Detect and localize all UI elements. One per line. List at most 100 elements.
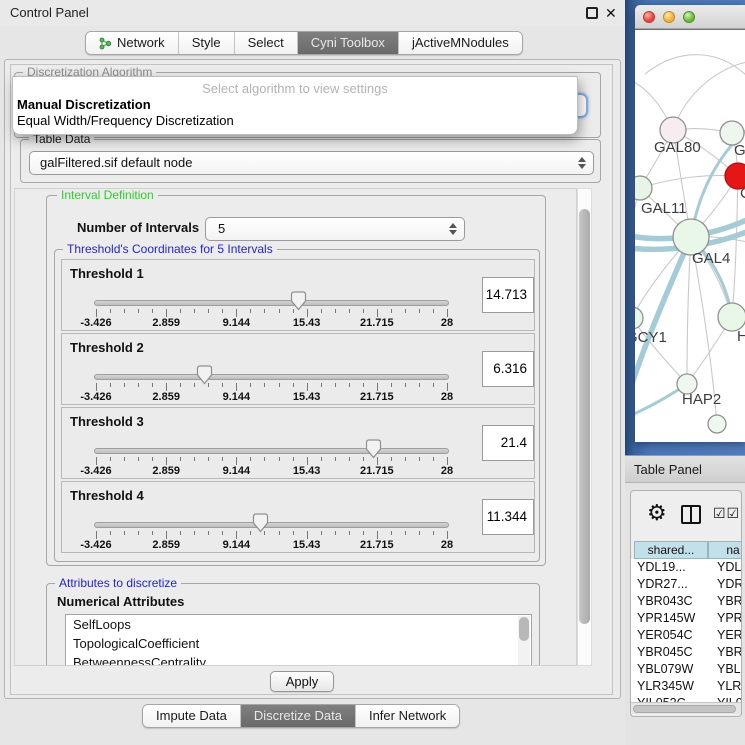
network-node-label: H [737,328,745,345]
threshold-2-slider-thumb[interactable] [196,365,213,385]
slider-scale-label: 9.144 [223,391,251,403]
table-row[interactable]: YDR27... YDR2 [631,576,742,593]
column-header-shared-name[interactable]: shared... [634,541,708,559]
slider-scale-label: 15.43 [293,465,321,477]
network-node-label: GA [734,142,745,159]
cell-name: YDR2 [717,576,742,593]
threshold-1-value-field[interactable]: 14.713 [482,277,534,313]
numerical-attributes-list[interactable]: SelfLoops TopologicalCoefficient Between… [65,614,532,666]
scrollbar-thumb[interactable] [519,617,529,641]
list-item-topologicalcoefficient[interactable]: TopologicalCoefficient [66,634,531,653]
list-item-betweennesscentrality[interactable]: BetweennessCentrality [66,653,531,666]
threshold-1-slider-track[interactable] [94,300,449,306]
tab-infer-network-label: Infer Network [369,705,446,727]
tab-impute-data[interactable]: Impute Data [143,705,241,727]
threshold-3-value-field[interactable]: 21.4 [482,425,534,461]
algorithm-dropdown-popup: Select algorithm to view settings Manual… [12,76,578,135]
close-traffic-light-icon[interactable] [643,11,655,23]
tab-cyni-toolbox[interactable]: Cyni Toolbox [298,32,399,54]
table-row[interactable]: YBR043CYBR0 [631,593,742,610]
close-icon[interactable]: ✕ [605,4,617,22]
settings-vertical-scrollbar[interactable] [577,188,592,666]
split-columns-icon[interactable] [681,505,701,524]
cell-shared-name: YDR27... [637,576,688,593]
gear-icon[interactable]: ⚙ [647,501,667,525]
network-node-gcy1[interactable] [635,307,643,329]
table-rows: YDL19...YDL1 YDR27... YDR2 YBR043CYBR0 YP… [631,559,742,702]
network-edge[interactable] [640,175,738,188]
cell-shared-name: YPR145W [637,610,695,627]
threshold-row-1: Threshold 1 -3.4262.8599.14415.4321.7152… [61,259,535,331]
table-row[interactable]: YDL19...YDL1 [631,559,742,576]
zoom-traffic-light-icon[interactable] [683,11,695,23]
threshold-1-label: Threshold 1 [70,266,144,281]
table-row[interactable]: YPR145WYPR1 [631,610,742,627]
slider-scale-label: 9.144 [223,317,251,329]
attributes-group: Attributes to discretize Numerical Attri… [46,583,540,666]
network-edge[interactable] [732,176,738,317]
threshold-3-slider-track[interactable] [94,448,449,454]
tab-select-label: Select [248,32,284,54]
table-horizontal-scrollbar[interactable] [631,702,741,714]
tab-infer-network[interactable]: Infer Network [356,705,459,727]
float-window-icon[interactable] [586,7,598,19]
cell-shared-name: YLR345W [637,678,694,695]
network-window-titlebar [635,5,745,29]
threshold-2-value-field[interactable]: 6.316 [482,351,534,387]
scrollbar-thumb[interactable] [579,209,590,624]
slider-scale-label: 9.144 [223,539,251,551]
tab-network-label: Network [117,32,165,54]
network-node-h[interactable] [718,303,745,331]
slider-scale-labels: -3.4262.8599.14415.4321.71528 [96,391,447,403]
interval-definition-group: Interval Definition Number of Intervals … [46,195,546,566]
threshold-4-slider-thumb[interactable] [252,513,269,533]
threshold-4-value-field[interactable]: 11.344 [482,499,534,535]
threshold-4-label: Threshold 4 [70,488,144,503]
table-data-combobox[interactable]: galFiltered.sif default node [29,151,594,175]
table-row[interactable]: YBL079WYBL0 [631,661,742,678]
tab-style[interactable]: Style [179,32,235,54]
minimize-traffic-light-icon[interactable] [663,11,675,23]
tab-jactivemnodules[interactable]: jActiveMNodules [399,32,522,54]
tab-cyni-toolbox-label: Cyni Toolbox [311,32,385,54]
network-canvas[interactable]: GAL80GACGAL11GAL4GCY1HHAP2 [635,30,745,442]
table-row[interactable]: YER054CYER0 [631,627,742,644]
table-row[interactable]: YBR045CYBR0 [631,644,742,661]
column-header-name[interactable]: na [708,541,742,559]
threshold-2-slider-track[interactable] [94,374,449,380]
slider-scale-label: -3.426 [80,465,111,477]
slider-scale-label: 9.144 [223,465,251,477]
threshold-3-slider-thumb[interactable] [365,439,382,459]
number-of-intervals-combobox[interactable]: 5 [205,217,465,241]
slider-scale-label: 21.715 [360,391,394,403]
network-edge[interactable] [687,237,691,384]
checkbox-columns-icon[interactable]: ☑☑ [713,505,740,522]
network-node-label: C [740,185,745,202]
apply-button[interactable]: Apply [270,671,334,692]
tab-network[interactable]: Network [86,32,179,54]
slider-scale-label: 15.43 [293,539,321,551]
threshold-4-slider-track[interactable] [94,522,449,528]
network-edge[interactable] [645,55,745,76]
slider-scale-label: 28 [441,391,453,403]
table-row[interactable]: YLR345WYLR3 [631,678,742,695]
tab-impute-data-label: Impute Data [156,705,227,727]
attributes-list-scrollbar[interactable] [518,616,530,666]
tab-discretize-data[interactable]: Discretize Data [241,705,356,727]
threshold-1-slider-thumb[interactable] [290,291,307,311]
algorithm-option-equal-width[interactable]: Equal Width/Frequency Discretization [13,112,577,128]
network-node-gal11[interactable] [635,176,652,200]
list-item-selfloops[interactable]: SelfLoops [66,615,531,634]
slider-scale-labels: -3.4262.8599.14415.4321.71528 [96,465,447,477]
network-edge[interactable] [673,62,745,130]
tab-select[interactable]: Select [235,32,298,54]
scrollbar-thumb[interactable] [633,705,736,713]
table-row[interactable]: YIL052CYIL0 [631,695,742,702]
slider-ticks [96,383,447,391]
app-root: Control Panel ✕ Network Style Select Cyn… [0,0,745,745]
network-edge[interactable] [635,188,640,318]
network-node-unlabeled[interactable] [708,415,726,433]
cell-shared-name: YBL079W [637,661,693,678]
slider-scale-label: -3.426 [80,391,111,403]
algorithm-option-manual[interactable]: Manual Discretization [13,96,577,112]
